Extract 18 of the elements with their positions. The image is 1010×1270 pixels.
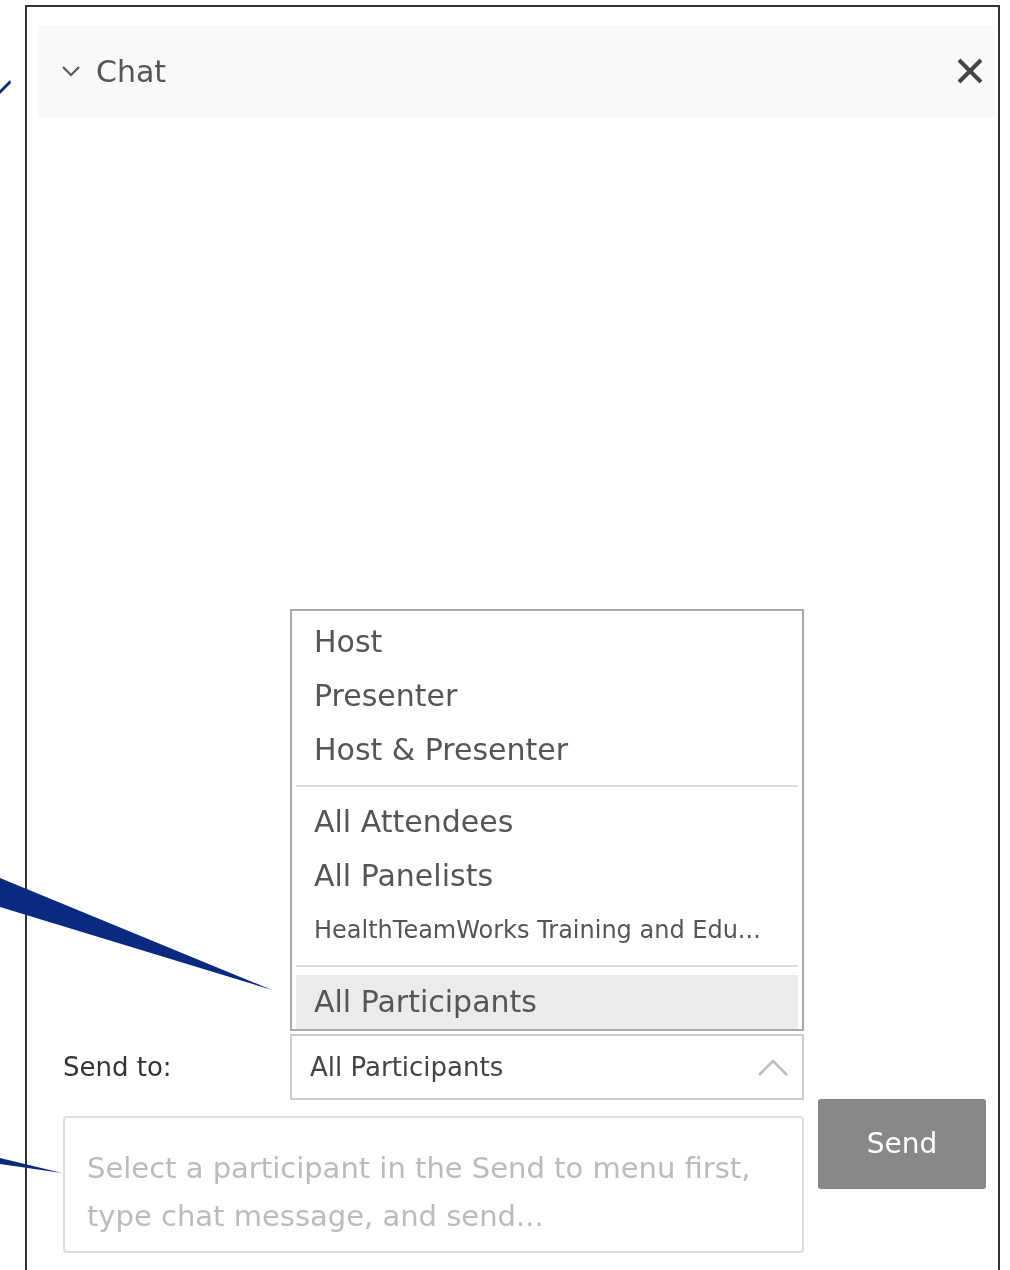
chevron-icon[interactable] [62, 65, 80, 77]
close-button[interactable] [957, 58, 983, 84]
menu-option[interactable]: Host [296, 615, 798, 669]
menu-option[interactable]: All Participants [296, 975, 798, 1029]
leader-line [0, 1158, 62, 1173]
send-to-label: Send to: [63, 1050, 173, 1084]
menu-option[interactable]: HealthTeamWorks Training and Edu... [296, 903, 798, 957]
message-input[interactable]: Select a participant in the Send to menu first, type chat message, and send... [63, 1116, 804, 1253]
menu-option[interactable]: All Panelists [296, 849, 798, 903]
panel-title: Chat [96, 52, 167, 91]
caret-icon [758, 1058, 788, 1076]
menu-option[interactable]: All Attendees [296, 795, 798, 849]
menu-option[interactable]: Host & Presenter [296, 723, 798, 777]
send-button[interactable]: Send [818, 1099, 986, 1189]
menu-option[interactable]: Presenter [296, 669, 798, 723]
recipient-select[interactable]: All Participants [290, 1034, 804, 1100]
close-icon [957, 58, 983, 84]
leader-line [0, 80, 11, 94]
